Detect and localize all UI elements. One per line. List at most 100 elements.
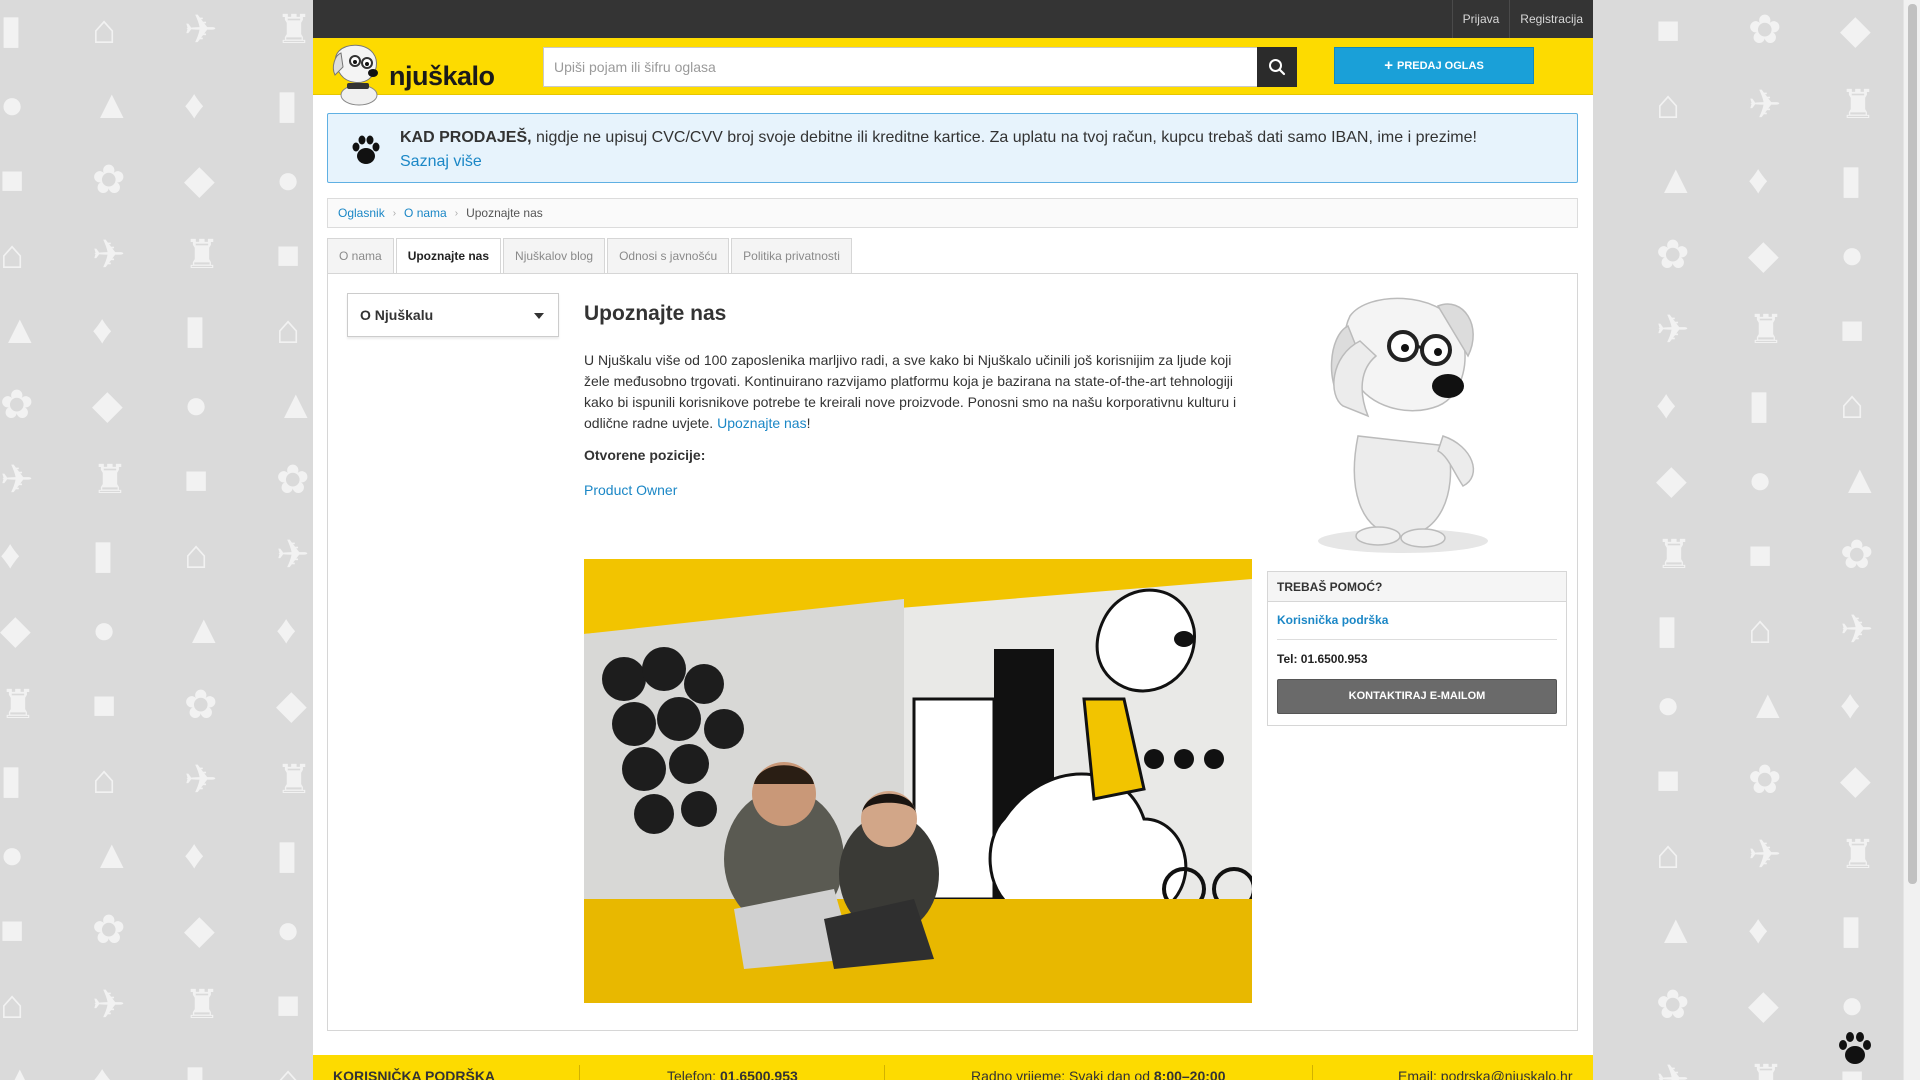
pattern-icon: ■ bbox=[184, 458, 209, 502]
pattern-icon: ⌂ bbox=[184, 533, 209, 577]
pattern-icon: ▲ bbox=[0, 1058, 40, 1080]
intro-text: U Njuškalu više od 100 zaposlenika marlj… bbox=[584, 352, 1237, 431]
pattern-icon: ▮ bbox=[92, 533, 115, 577]
pattern-icon: ✿ bbox=[1748, 758, 1782, 802]
pattern-icon: ✈ bbox=[1840, 608, 1874, 652]
paw-icon bbox=[352, 135, 380, 164]
pattern-icon: ▮ bbox=[184, 1058, 207, 1080]
tab-politika-privatnosti[interactable]: Politika privatnosti bbox=[731, 238, 852, 274]
dog-mascot-icon bbox=[1318, 297, 1488, 553]
breadcrumb-current: Upoznajte nas bbox=[466, 206, 543, 220]
search-icon bbox=[1269, 59, 1286, 76]
pattern-icon: ■ bbox=[92, 683, 117, 727]
scrollbar-thumb[interactable] bbox=[1908, 4, 1917, 884]
pattern-icon: ♜ bbox=[1840, 833, 1876, 877]
search-input[interactable] bbox=[543, 47, 1257, 87]
footer-support-title: KORISNIČKA PODRŠKA bbox=[333, 1068, 496, 1080]
notice-learn-more-link[interactable]: Saznaj više bbox=[400, 153, 482, 170]
intro-end: ! bbox=[806, 415, 811, 431]
footer-email[interactable]: Email: podrska@njuskalo.hr bbox=[1398, 1068, 1573, 1080]
pattern-icon: ▲ bbox=[276, 383, 316, 427]
open-positions-heading: Otvorene pozicije: bbox=[584, 447, 706, 463]
footer-divider bbox=[1312, 1065, 1313, 1080]
sell-ad-button[interactable]: + PREDAJ OGLAS bbox=[1334, 47, 1534, 84]
pattern-icon: ✿ bbox=[92, 908, 126, 952]
floating-paw-icon[interactable] bbox=[1834, 1028, 1876, 1070]
pattern-icon: ■ bbox=[1748, 533, 1773, 577]
intro-link[interactable]: Upoznajte nas bbox=[717, 415, 807, 431]
pattern-icon: ▲ bbox=[1656, 158, 1696, 202]
pattern-icon: ✈ bbox=[184, 758, 218, 802]
footer-divider bbox=[579, 1065, 580, 1080]
divider bbox=[1277, 639, 1557, 640]
pattern-icon: ✈ bbox=[0, 458, 34, 502]
page-title: Upoznajte nas bbox=[584, 302, 727, 325]
dog-logo-icon bbox=[332, 44, 378, 106]
pattern-icon: ■ bbox=[0, 908, 25, 952]
pattern-icon: ▮ bbox=[276, 833, 299, 877]
pattern-icon: ▮ bbox=[1656, 608, 1679, 652]
pattern-icon: ♦ bbox=[184, 83, 205, 127]
security-notice: KAD PRODAJEŠ, nigdje ne upisuj CVC/CVV b… bbox=[327, 113, 1578, 183]
pattern-icon: ✿ bbox=[92, 158, 126, 202]
pattern-icon: ✿ bbox=[1840, 533, 1874, 577]
pattern-icon: ◆ bbox=[276, 683, 307, 727]
pattern-icon: ● bbox=[1840, 983, 1865, 1027]
footer-phone-label: Telefon: bbox=[667, 1068, 720, 1080]
pattern-icon: ● bbox=[276, 158, 301, 202]
pattern-icon: ⌂ bbox=[276, 308, 301, 352]
sidebar-select-label: O Njuškalu bbox=[360, 307, 434, 323]
pattern-icon: ● bbox=[92, 608, 117, 652]
contact-email-button[interactable]: KONTAKTIRAJ E-MAILOM bbox=[1277, 679, 1557, 714]
help-box-title: TREBAŠ POMOĆ? bbox=[1268, 572, 1566, 602]
search-button[interactable] bbox=[1257, 47, 1297, 87]
customer-support-link[interactable]: Korisnička podrška bbox=[1277, 613, 1388, 627]
pattern-icon: ▮ bbox=[1748, 383, 1771, 427]
pattern-icon: ♦ bbox=[1748, 158, 1769, 202]
scrollbar[interactable] bbox=[1903, 0, 1920, 1080]
pattern-icon: ◆ bbox=[92, 383, 123, 427]
pattern-icon: ⌂ bbox=[1748, 608, 1773, 652]
notice-bold: KAD PRODAJEŠ, bbox=[400, 129, 532, 146]
pattern-icon: ♦ bbox=[0, 533, 21, 577]
tab-odnosi-s-javnoscu[interactable]: Odnosi s javnošću bbox=[607, 238, 730, 274]
pattern-icon: ⌂ bbox=[92, 758, 117, 802]
register-link[interactable]: Registracija bbox=[1509, 0, 1593, 38]
pattern-icon: ✈ bbox=[184, 8, 218, 52]
position-link[interactable]: Product Owner bbox=[584, 482, 677, 498]
logo[interactable]: njuškalo bbox=[325, 41, 505, 109]
tab-o-nama[interactable]: O nama bbox=[327, 238, 394, 274]
pattern-icon: ◆ bbox=[1840, 758, 1871, 802]
login-link[interactable]: Prijava bbox=[1451, 0, 1510, 38]
search-bar bbox=[543, 47, 1297, 87]
pattern-icon: ◆ bbox=[1748, 983, 1779, 1027]
pattern-icon: ♜ bbox=[1748, 1058, 1784, 1080]
header: njuškalo + PREDAJ OGLAS bbox=[313, 38, 1593, 106]
pattern-icon: ● bbox=[1840, 233, 1865, 277]
pattern-icon: ♜ bbox=[1656, 533, 1692, 577]
pattern-icon: ✈ bbox=[92, 233, 126, 277]
pattern-icon: ⌂ bbox=[92, 8, 117, 52]
pattern-icon: ♜ bbox=[276, 8, 312, 52]
office-photo bbox=[584, 559, 1252, 1003]
tab-upoznajte-nas[interactable]: Upoznajte nas bbox=[395, 238, 502, 275]
pattern-icon: ◆ bbox=[1656, 458, 1687, 502]
pattern-icon: ♜ bbox=[1840, 83, 1876, 127]
footer-divider bbox=[884, 1065, 885, 1080]
footer-hours-value: 8:00–20:00 bbox=[1153, 1068, 1226, 1080]
pattern-icon: ♜ bbox=[0, 683, 36, 727]
office-photo-illustration bbox=[584, 559, 1252, 1003]
breadcrumb-item-oglasnik[interactable]: Oglasnik bbox=[338, 206, 385, 220]
pattern-icon: ♦ bbox=[1840, 683, 1861, 727]
pattern-icon: ♦ bbox=[1656, 383, 1677, 427]
sidebar-section-select[interactable]: O Njuškalu bbox=[347, 293, 559, 337]
breadcrumb-item-o-nama[interactable]: O nama bbox=[404, 206, 447, 220]
pattern-icon: ♜ bbox=[276, 758, 312, 802]
help-box: TREBAŠ POMOĆ? Korisnička podrška Tel: 01… bbox=[1267, 571, 1567, 726]
pattern-icon: ● bbox=[184, 383, 209, 427]
pattern-icon: ▲ bbox=[92, 833, 132, 877]
footer-hours: Radno vrijeme: Svaki dan od 8:00–20:00 bbox=[971, 1068, 1226, 1080]
footer-hours-label: Radno vrijeme: Svaki dan od bbox=[971, 1068, 1154, 1080]
pattern-icon: ✿ bbox=[0, 383, 34, 427]
tab-njuskalov-blog[interactable]: Njuškalov blog bbox=[503, 238, 606, 274]
